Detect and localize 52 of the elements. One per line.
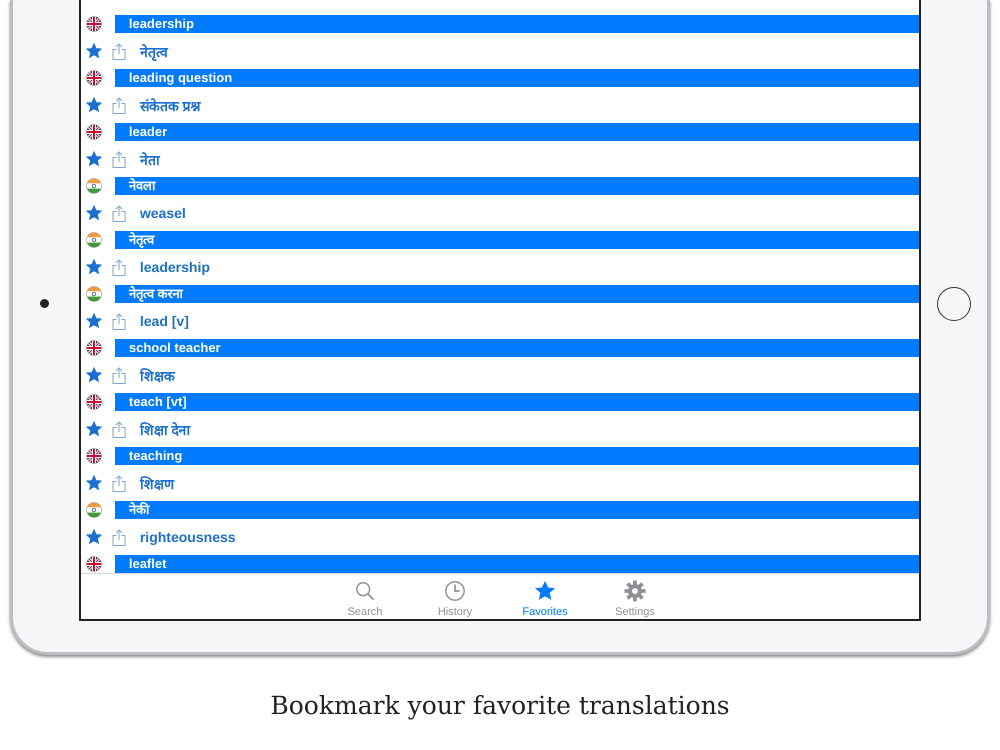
entry-term[interactable]: नेतृत्व: [114, 231, 920, 249]
star-icon[interactable]: [86, 205, 102, 221]
star-icon[interactable]: [86, 367, 102, 383]
translation-text[interactable]: शिक्षण: [140, 474, 174, 492]
translation-text[interactable]: नेतृत्व: [140, 42, 168, 60]
translation-text[interactable]: शिक्षक: [140, 366, 175, 384]
translation-text[interactable]: नेता: [140, 150, 160, 168]
tab[interactable]: Search: [330, 574, 400, 619]
entry-term[interactable]: teaching: [114, 447, 920, 465]
star-icon[interactable]: [86, 151, 102, 167]
uk-flag-icon: [86, 124, 102, 140]
uk-flag-icon: [86, 394, 102, 410]
tab[interactable]: History: [420, 574, 490, 619]
clock-icon: [444, 580, 466, 602]
star-icon[interactable]: [86, 313, 102, 329]
india-flag-icon: [86, 286, 102, 302]
uk-flag-icon: [86, 448, 102, 464]
uk-flag-icon: [86, 16, 102, 32]
camera-icon: [40, 299, 50, 308]
entry-term[interactable]: नेवला: [114, 177, 920, 195]
entry-term[interactable]: नेतृत्व करना: [114, 285, 920, 303]
entry-term[interactable]: teach [vt]: [114, 393, 920, 411]
star-icon[interactable]: [86, 421, 102, 437]
translation-text[interactable]: weasel: [140, 205, 186, 221]
entry-term[interactable]: leading question: [114, 69, 920, 87]
entry-term[interactable]: school teacher: [114, 339, 920, 357]
entry-term[interactable]: leader: [114, 123, 920, 141]
translation-text[interactable]: संकेतक प्रश्न: [140, 96, 201, 114]
translation-text[interactable]: शिक्षा देना: [140, 420, 191, 438]
tab[interactable]: Settings: [600, 574, 670, 619]
india-flag-icon: [86, 178, 102, 194]
star-icon[interactable]: [86, 475, 102, 491]
entry-term[interactable]: नेकी: [114, 501, 920, 519]
star-icon[interactable]: [86, 529, 102, 545]
star-icon: [534, 580, 556, 602]
entry-term[interactable]: leadership: [114, 15, 920, 33]
settings-icon: [624, 580, 646, 602]
translation-text[interactable]: leadership: [140, 259, 210, 275]
translation-text[interactable]: righteousness: [140, 529, 236, 545]
caption-text: Bookmark your favorite translations: [270, 691, 730, 720]
india-flag-icon: [86, 502, 102, 518]
uk-flag-icon: [86, 340, 102, 356]
translation-text[interactable]: lead [v]: [140, 313, 189, 329]
tab[interactable]: Favorites: [510, 574, 580, 619]
star-icon[interactable]: [86, 43, 102, 59]
uk-flag-icon: [86, 70, 102, 86]
entry-term[interactable]: leaflet: [114, 555, 920, 573]
home-button[interactable]: [937, 286, 972, 320]
star-icon[interactable]: [86, 97, 102, 113]
star-icon[interactable]: [86, 259, 102, 275]
search-icon: [354, 580, 376, 602]
india-flag-icon: [86, 232, 102, 248]
